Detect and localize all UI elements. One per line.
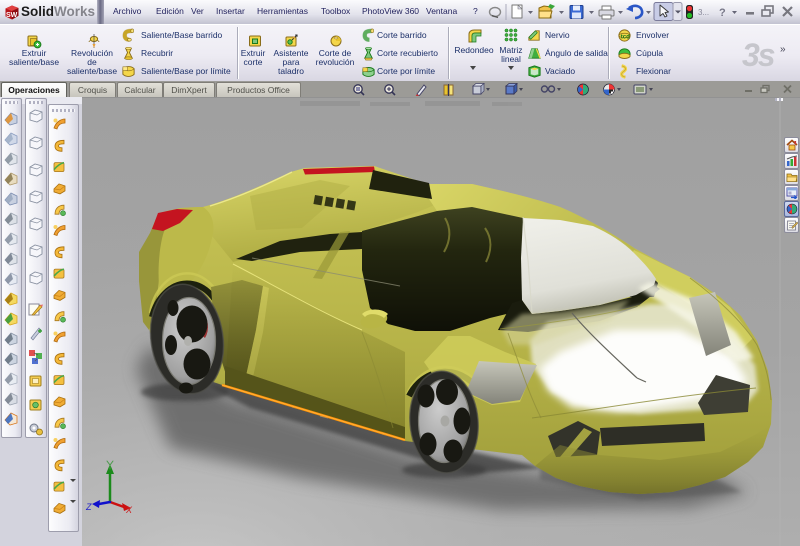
svg-text:X: X (125, 505, 133, 515)
svg-text:SW: SW (6, 12, 18, 19)
svg-text:Z: Z (85, 502, 92, 512)
svg-text:?: ? (719, 7, 726, 19)
svg-text:3...: 3... (698, 8, 709, 17)
